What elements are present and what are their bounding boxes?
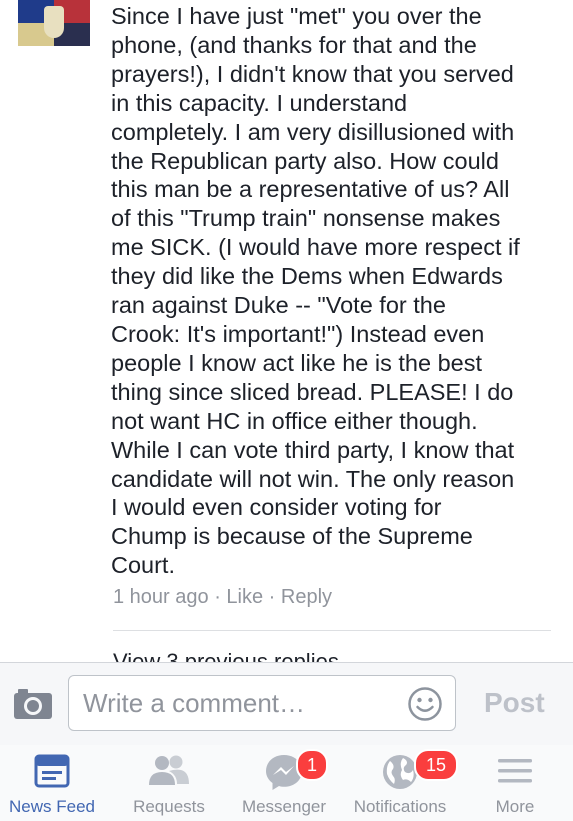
like-link[interactable]: Like [226, 586, 263, 608]
comment-timestamp[interactable]: 1 hour ago [113, 586, 209, 608]
tab-label: More [495, 797, 535, 816]
globe-icon [383, 755, 417, 789]
notifications-badge: 15 [414, 749, 458, 781]
divider [113, 630, 551, 631]
comment-meta: 1 hour ago · Like · Reply [113, 586, 332, 609]
view-previous-replies-link[interactable]: View 3 previous replies [113, 648, 339, 662]
camera-icon[interactable] [14, 689, 52, 719]
post-button[interactable]: Post [484, 687, 545, 719]
menu-icon [498, 759, 532, 783]
messenger-badge: 1 [296, 749, 328, 781]
reply-link[interactable]: Reply [281, 586, 332, 608]
smiley-icon[interactable] [407, 686, 443, 722]
comment-input-placeholder: Write a comment… [83, 688, 306, 718]
tab-bar: News Feed Requests 1 Messenger 15 Notifi… [0, 745, 573, 821]
tab-requests[interactable]: Requests [116, 745, 222, 821]
friend-requests-icon [149, 755, 189, 785]
commenter-avatar[interactable] [18, 0, 90, 46]
news-feed-icon [34, 754, 70, 788]
meta-separator: · [263, 586, 281, 608]
comment-composer: Write a comment… Post [0, 662, 573, 746]
tab-notifications[interactable]: 15 Notifications [344, 745, 458, 821]
tab-label: Notifications [353, 797, 447, 816]
comment-input[interactable]: Write a comment… [68, 675, 456, 731]
meta-separator: · [208, 586, 227, 608]
tab-news-feed[interactable]: News Feed [0, 745, 104, 821]
tab-more[interactable]: More [468, 745, 562, 821]
tab-messenger[interactable]: 1 Messenger [232, 745, 336, 821]
comment-text: Since I have just "met" you over the pho… [111, 3, 520, 579]
tab-label: News Feed [9, 797, 95, 816]
tab-label: Messenger [241, 797, 327, 816]
tab-label: Requests [133, 797, 205, 816]
